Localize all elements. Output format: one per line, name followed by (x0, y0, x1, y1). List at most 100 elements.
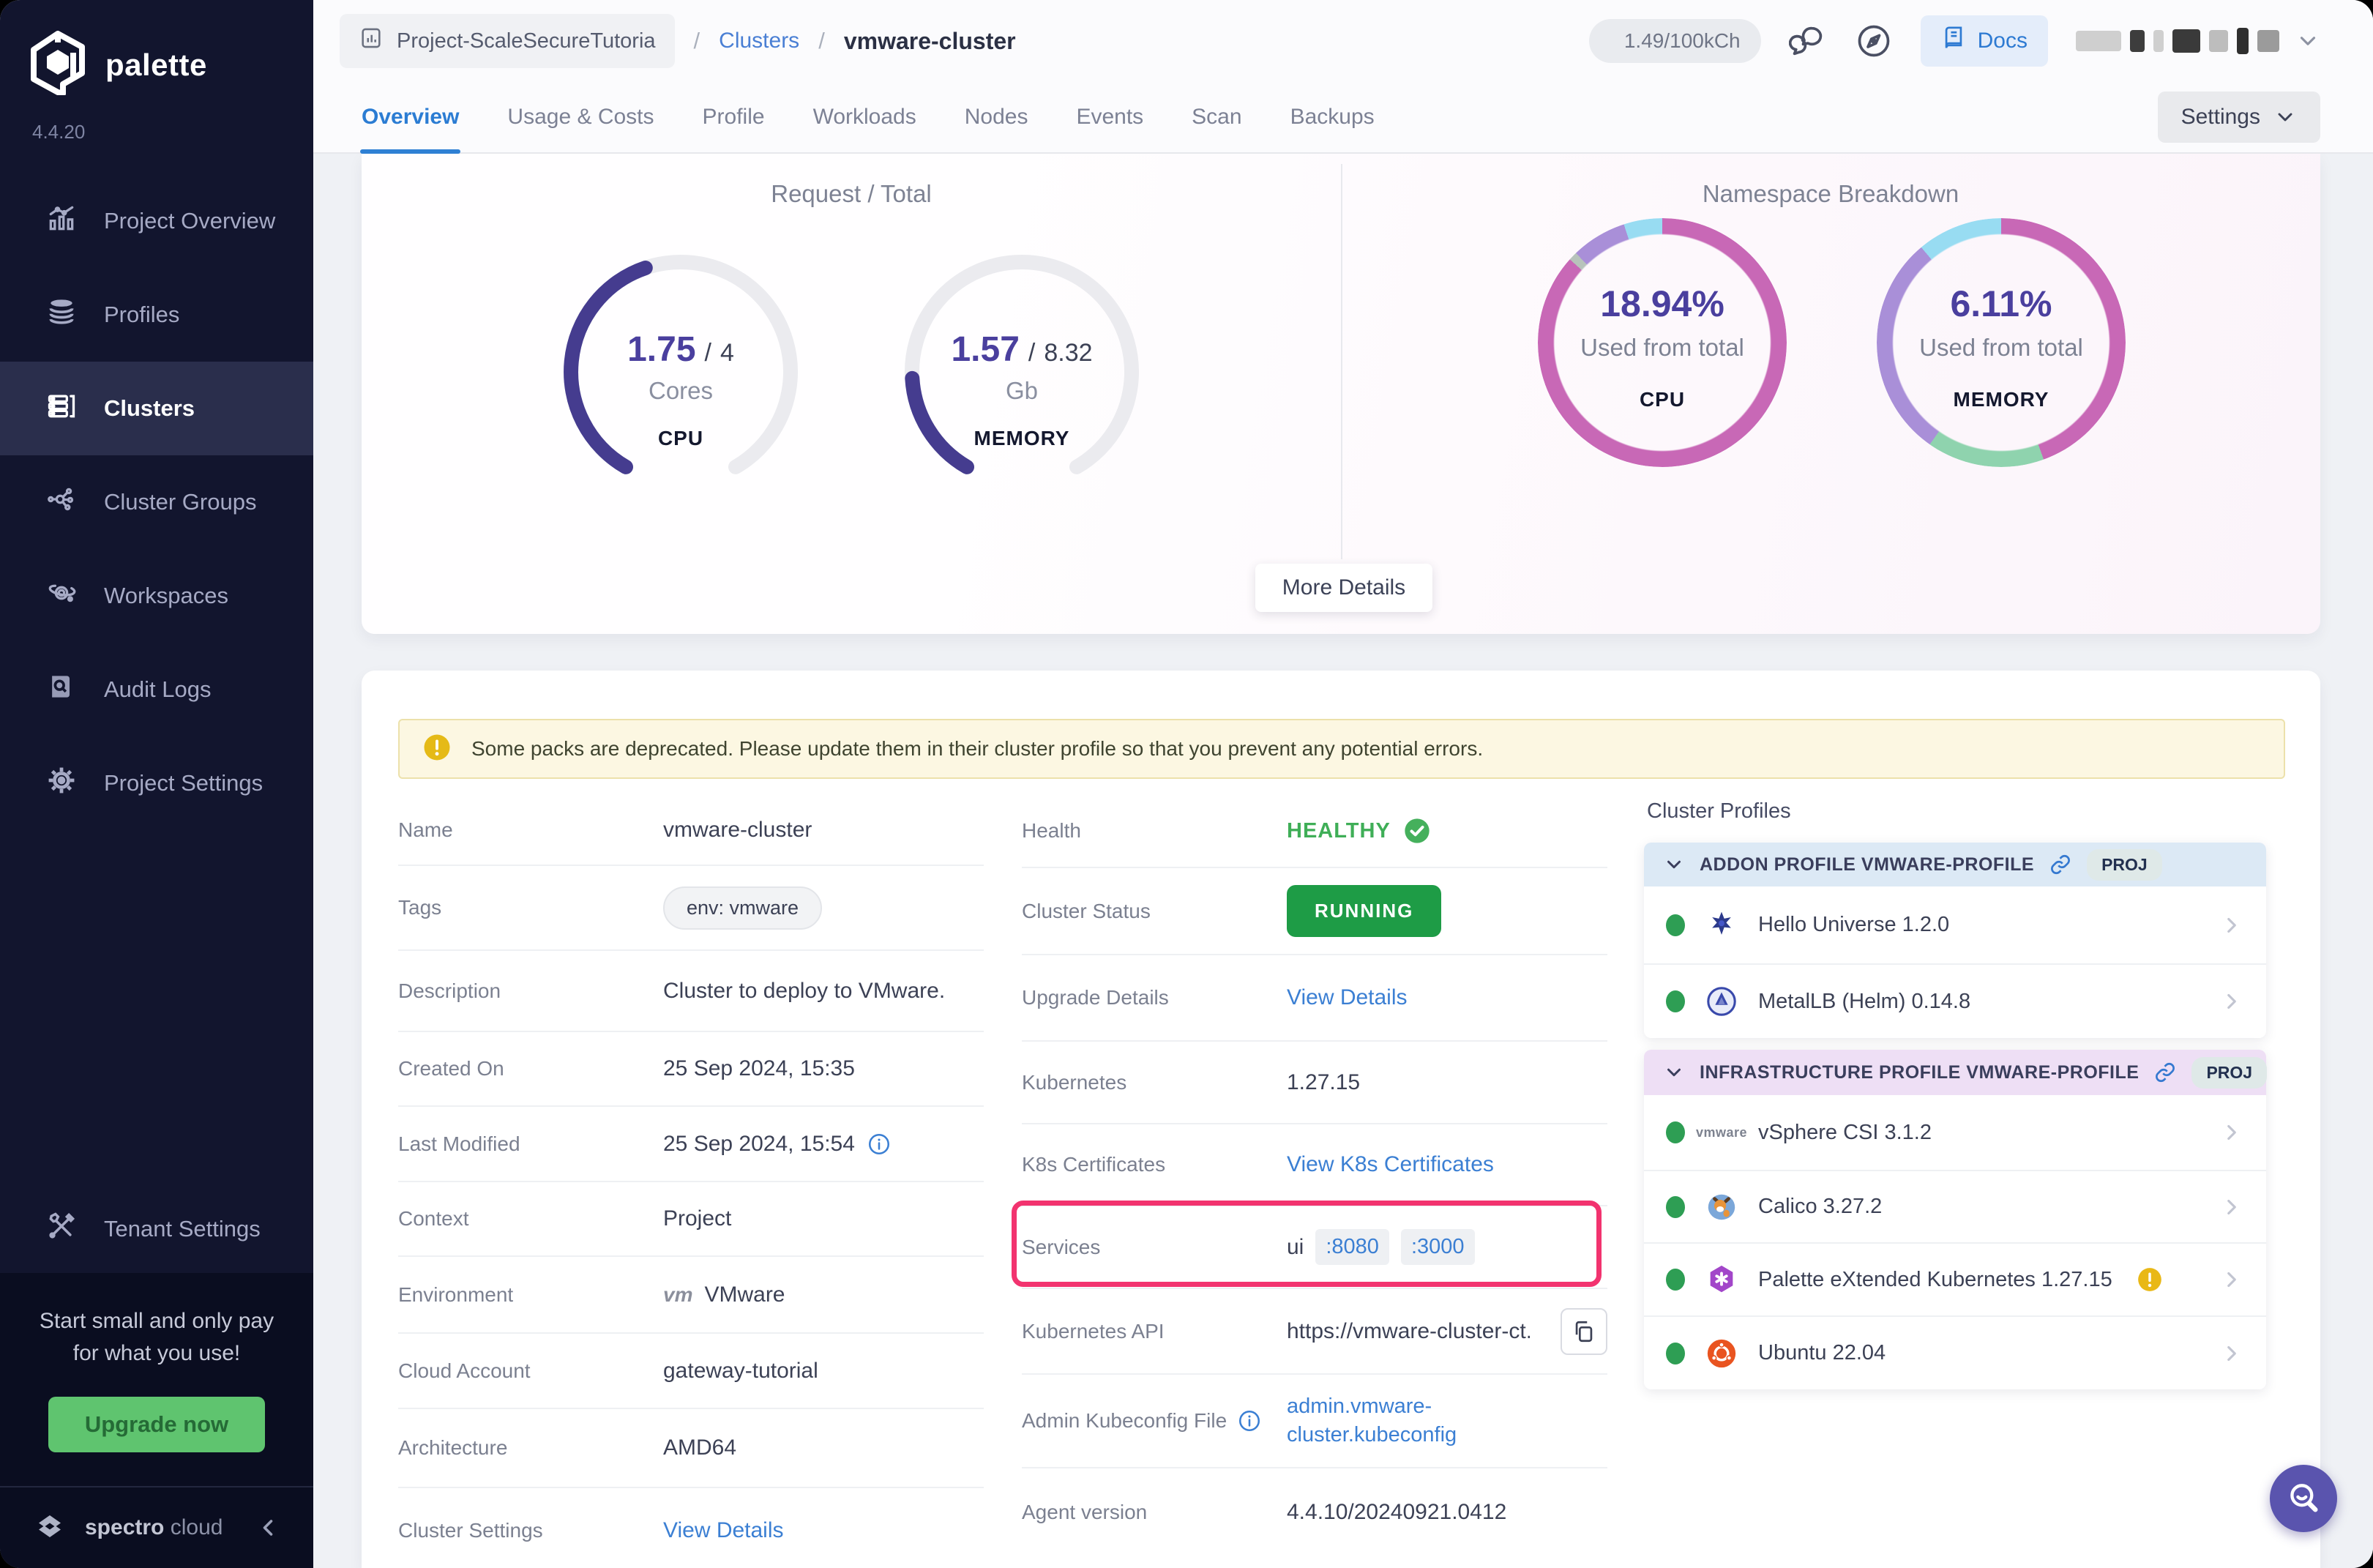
calico-icon (1704, 1190, 1739, 1225)
info-icon[interactable] (1237, 1408, 1262, 1433)
upgrade-now-button[interactable]: Upgrade now (48, 1397, 265, 1452)
vmware-logo-text: vmware (1696, 1125, 1747, 1140)
app-window: palette 4.4.20 Project Overview Profiles… (0, 0, 2373, 1568)
hello-universe-icon (1704, 908, 1739, 943)
detail-value: 4.4.10/20240921.0412 (1287, 1500, 1506, 1525)
redacted-block (2209, 30, 2228, 52)
network-nodes-icon (45, 483, 78, 521)
redacted-block (2172, 29, 2200, 53)
magnifier-smile-icon (2284, 1479, 2322, 1519)
chevron-down-icon (2273, 105, 2297, 129)
tab-nodes[interactable]: Nodes (965, 82, 1028, 152)
addon-profile-header[interactable]: ADDON PROFILE VMWARE-PROFILE PROJ (1644, 843, 2266, 886)
user-account-menu[interactable] (2076, 28, 2320, 54)
info-icon[interactable] (867, 1132, 892, 1157)
profile-pack-palette-extended-kubernetes[interactable]: Palette eXtended Kubernetes 1.27.15 (1644, 1244, 2266, 1317)
more-details-button[interactable]: More Details (1255, 564, 1432, 612)
detail-value: 1.27.15 (1287, 1070, 1360, 1095)
copy-icon[interactable] (1561, 1308, 1607, 1355)
audit-log-icon (45, 671, 78, 709)
sidebar-item-cluster-groups[interactable]: Cluster Groups (0, 455, 313, 549)
breadcrumb-current-page: vmware-cluster (844, 28, 1016, 55)
detail-label: Cloud Account (398, 1359, 663, 1383)
breadcrumb-separator: / (818, 28, 825, 54)
pack-status-dot (1666, 1269, 1685, 1291)
sidebar-item-audit-logs[interactable]: Audit Logs (0, 643, 313, 736)
sidebar-item-clusters[interactable]: Clusters (0, 362, 313, 455)
footer-brand-secondary: cloud (171, 1515, 223, 1539)
book-icon (1941, 26, 1966, 56)
tab-workloads[interactable]: Workloads (813, 82, 916, 152)
detail-label: Health (1022, 819, 1287, 843)
compass-explore-icon[interactable] (1855, 22, 1893, 60)
cluster-profiles-panel: Cluster Profiles ADDON PROFILE VMWARE-PR… (1644, 795, 2266, 1401)
tab-label: Usage & Costs (507, 105, 654, 130)
profile-pack-vsphere-csi[interactable]: vmware vSphere CSI 3.1.2 (1644, 1095, 2266, 1171)
admin-kubeconfig-download-link[interactable]: admin.vmware-cluster.kubeconfig (1287, 1392, 1457, 1449)
collapse-sidebar-chevron-icon[interactable] (255, 1515, 281, 1541)
sidebar-item-project-settings[interactable]: Project Settings (0, 736, 313, 830)
running-status-badge: RUNNING (1287, 885, 1441, 937)
memory-donut-caption: Used from total (1919, 334, 2083, 362)
tab-scan[interactable]: Scan (1192, 82, 1241, 152)
tab-profile[interactable]: Profile (703, 82, 765, 152)
chevron-down-icon (1663, 854, 1685, 876)
pack-status-dot (1666, 1121, 1685, 1143)
tab-label: Backups (1290, 105, 1375, 130)
pack-status-dot (1666, 1343, 1685, 1364)
infrastructure-profile-name: INFRASTRUCTURE PROFILE VMWARE-PROFILE (1700, 1062, 2139, 1083)
cluster-profiles-title: Cluster Profiles (1647, 799, 2266, 824)
sidebar-item-label: Workspaces (104, 583, 228, 609)
tab-usage-costs[interactable]: Usage & Costs (507, 82, 654, 152)
detail-row-kubernetes: Kubernetes 1.27.15 (1022, 1042, 1607, 1124)
settings-button[interactable]: Settings (2158, 92, 2320, 143)
detail-label: Description (398, 979, 663, 1003)
link-icon[interactable] (2049, 853, 2072, 876)
tab-label: Workloads (813, 105, 916, 130)
cluster-settings-view-details-link[interactable]: View Details (663, 1518, 784, 1543)
brand-logo-row: palette (0, 0, 313, 99)
warning-icon (422, 732, 452, 766)
project-selector-chip[interactable]: Project-ScaleSecureTutoria (340, 14, 675, 68)
service-port-8080-link[interactable]: :8080 (1315, 1229, 1389, 1265)
search-help-fab[interactable] (2270, 1465, 2337, 1532)
sidebar-bottom: Tenant Settings Start small and only pay… (0, 1185, 313, 1568)
tab-backups[interactable]: Backups (1290, 82, 1375, 152)
view-k8s-certificates-link[interactable]: View K8s Certificates (1287, 1152, 1494, 1177)
pack-name: Calico 3.27.2 (1758, 1195, 1882, 1219)
chat-feedback-icon[interactable] (1789, 22, 1827, 60)
docs-button[interactable]: Docs (1921, 15, 2048, 67)
cluster-tabs: Overview Usage & Costs Profile Workloads… (362, 82, 2320, 152)
detail-row-cluster-status: Cluster Status RUNNING (1022, 868, 1607, 955)
sidebar-item-tenant-settings[interactable]: Tenant Settings (0, 1185, 313, 1273)
memory-gauge-label: MEMORY (974, 427, 1070, 450)
infrastructure-profile-header[interactable]: INFRASTRUCTURE PROFILE VMWARE-PROFILE PR… (1644, 1050, 2266, 1095)
detail-label: Upgrade Details (1022, 986, 1287, 1009)
sidebar-item-project-overview[interactable]: Project Overview (0, 174, 313, 268)
detail-label: Services (1022, 1236, 1287, 1259)
profile-pack-ubuntu[interactable]: Ubuntu 22.04 (1644, 1317, 2266, 1389)
profile-pack-calico[interactable]: Calico 3.27.2 (1644, 1171, 2266, 1244)
detail-row-architecture: Architecture AMD64 (398, 1409, 984, 1488)
tab-overview[interactable]: Overview (362, 82, 459, 152)
docs-button-label: Docs (1978, 29, 2028, 53)
sidebar-item-workspaces[interactable]: Workspaces (0, 549, 313, 643)
detail-row-cloud-account: Cloud Account gateway-tutorial (398, 1334, 984, 1409)
link-icon[interactable] (2153, 1061, 2177, 1084)
cpu-gauge-center: 1.75 / 4 Cores CPU (556, 247, 805, 496)
profile-pack-hello-universe[interactable]: Hello Universe 1.2.0 (1644, 886, 2266, 965)
breadcrumb-clusters-link[interactable]: Clusters (719, 29, 799, 53)
pack-status-dot (1666, 990, 1685, 1012)
detail-label: Architecture (398, 1436, 663, 1460)
service-port-3000-link[interactable]: :3000 (1401, 1229, 1475, 1265)
cpu-donut-label: CPU (1640, 388, 1685, 411)
topbar-row: Project-ScaleSecureTutoria / Clusters / … (313, 0, 2373, 82)
detail-row-context: Context Project (398, 1182, 984, 1257)
main-area: Project-ScaleSecureTutoria / Clusters / … (313, 0, 2373, 1568)
sidebar-item-profiles[interactable]: Profiles (0, 268, 313, 362)
detail-row-kubernetes-api: Kubernetes API https://vmware-cluster-ct… (1022, 1289, 1607, 1375)
profile-pack-metallb[interactable]: MetalLB (Helm) 0.14.8 (1644, 965, 2266, 1038)
tab-events[interactable]: Events (1076, 82, 1143, 152)
upgrade-view-details-link[interactable]: View Details (1287, 985, 1408, 1010)
pack-status-dot (1666, 1196, 1685, 1218)
